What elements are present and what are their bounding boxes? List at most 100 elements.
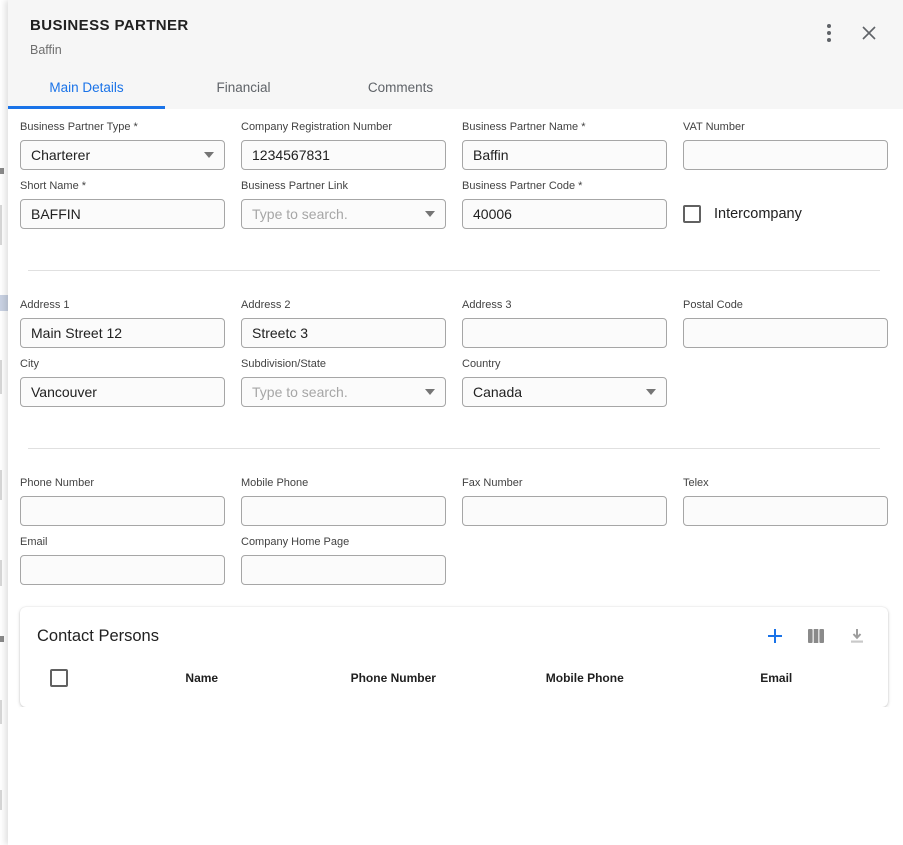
address-1-field: Address 1 bbox=[20, 299, 225, 348]
address-3-input[interactable] bbox=[462, 318, 667, 348]
business-partner-type-field: Business Partner Type * Charterer bbox=[20, 121, 225, 170]
chevron-down-icon bbox=[204, 152, 214, 158]
fax-number-label: Fax Number bbox=[462, 477, 667, 490]
intercompany-label: Intercompany bbox=[714, 206, 802, 222]
business-partner-link-label: Business Partner Link bbox=[241, 180, 446, 193]
tab-comments[interactable]: Comments bbox=[322, 70, 479, 109]
section-divider bbox=[28, 448, 880, 449]
select-all-checkbox[interactable] bbox=[50, 669, 68, 687]
empty-area bbox=[20, 707, 888, 832]
phone-number-label: Phone Number bbox=[20, 477, 225, 490]
phone-number-field: Phone Number bbox=[20, 477, 225, 526]
company-home-page-input[interactable] bbox=[241, 555, 446, 585]
page-title: BUSINESS PARTNER bbox=[30, 17, 189, 34]
company-home-page-field: Company Home Page bbox=[241, 536, 446, 585]
contact-persons-card: Contact Persons bbox=[20, 607, 888, 707]
fax-number-field: Fax Number bbox=[462, 477, 667, 526]
city-field: City bbox=[20, 358, 225, 407]
chevron-down-icon bbox=[646, 389, 656, 395]
address-2-field: Address 2 bbox=[241, 299, 446, 348]
page-subtitle: Baffin bbox=[30, 43, 189, 57]
identity-section: Business Partner Type * Charterer Compan… bbox=[20, 121, 888, 239]
business-partner-code-field: Business Partner Code * bbox=[462, 180, 667, 229]
intercompany-checkbox[interactable] bbox=[683, 205, 701, 223]
business-partner-name-field: Business Partner Name * bbox=[462, 121, 667, 170]
postal-code-input[interactable] bbox=[683, 318, 888, 348]
business-partner-name-input[interactable] bbox=[462, 140, 667, 170]
business-partner-name-label: Business Partner Name * bbox=[462, 121, 667, 134]
email-input[interactable] bbox=[20, 555, 225, 585]
business-partner-link-placeholder: Type to search. bbox=[252, 206, 348, 222]
company-registration-number-input[interactable] bbox=[241, 140, 446, 170]
short-name-field: Short Name * bbox=[20, 180, 225, 229]
country-select[interactable]: Canada bbox=[462, 377, 667, 407]
vat-number-input[interactable] bbox=[683, 140, 888, 170]
telex-label: Telex bbox=[683, 477, 888, 490]
main-details-form: Business Partner Type * Charterer Compan… bbox=[8, 109, 903, 845]
postal-code-field: Postal Code bbox=[683, 299, 888, 348]
intercompany-field: Intercompany bbox=[683, 199, 888, 229]
tab-bar: Main Details Financial Comments bbox=[8, 70, 903, 109]
address-2-input[interactable] bbox=[241, 318, 446, 348]
email-field: Email bbox=[20, 536, 225, 585]
contact-persons-title: Contact Persons bbox=[37, 627, 159, 646]
city-input[interactable] bbox=[20, 377, 225, 407]
vat-number-label: VAT Number bbox=[683, 121, 888, 134]
telex-field: Telex bbox=[683, 477, 888, 526]
contact-info-section: Phone Number Mobile Phone Fax Number Tel… bbox=[20, 477, 888, 595]
country-value: Canada bbox=[473, 384, 522, 400]
column-header-email: Email bbox=[681, 671, 873, 685]
telex-input[interactable] bbox=[683, 496, 888, 526]
phone-number-input[interactable] bbox=[20, 496, 225, 526]
city-label: City bbox=[20, 358, 225, 371]
postal-code-label: Postal Code bbox=[683, 299, 888, 312]
business-partner-link-select[interactable]: Type to search. bbox=[241, 199, 446, 229]
mobile-phone-label: Mobile Phone bbox=[241, 477, 446, 490]
address-section: Address 1 Address 2 Address 3 Postal Cod… bbox=[20, 299, 888, 417]
company-registration-number-field: Company Registration Number bbox=[241, 121, 446, 170]
business-partner-link-field: Business Partner Link Type to search. bbox=[241, 180, 446, 229]
address-2-label: Address 2 bbox=[241, 299, 446, 312]
tab-main-details[interactable]: Main Details bbox=[8, 70, 165, 109]
column-settings-icon[interactable] bbox=[805, 625, 827, 647]
mobile-phone-input[interactable] bbox=[241, 496, 446, 526]
contact-persons-table-header: Name Phone Number Mobile Phone Email bbox=[20, 653, 888, 701]
download-icon[interactable] bbox=[846, 625, 868, 647]
business-partner-modal: BUSINESS PARTNER Baffin Main Details Fin… bbox=[8, 0, 903, 845]
business-partner-type-select[interactable]: Charterer bbox=[20, 140, 225, 170]
short-name-label: Short Name * bbox=[20, 180, 225, 193]
subdivision-state-field: Subdivision/State Type to search. bbox=[241, 358, 446, 407]
background-page-edge bbox=[0, 0, 8, 845]
email-label: Email bbox=[20, 536, 225, 549]
section-divider bbox=[28, 270, 880, 271]
business-partner-type-label: Business Partner Type * bbox=[20, 121, 225, 134]
column-header-phone-number: Phone Number bbox=[298, 671, 490, 685]
subdivision-state-select[interactable]: Type to search. bbox=[241, 377, 446, 407]
address-3-field: Address 3 bbox=[462, 299, 667, 348]
business-partner-code-input[interactable] bbox=[462, 199, 667, 229]
column-header-name: Name bbox=[106, 671, 298, 685]
business-partner-code-label: Business Partner Code * bbox=[462, 180, 667, 193]
address-3-label: Address 3 bbox=[462, 299, 667, 312]
address-1-label: Address 1 bbox=[20, 299, 225, 312]
column-header-mobile-phone: Mobile Phone bbox=[489, 671, 681, 685]
empty-grid-cell bbox=[683, 358, 888, 407]
business-partner-type-value: Charterer bbox=[31, 147, 90, 163]
vat-number-field: VAT Number bbox=[683, 121, 888, 170]
short-name-input[interactable] bbox=[20, 199, 225, 229]
fax-number-input[interactable] bbox=[462, 496, 667, 526]
address-1-input[interactable] bbox=[20, 318, 225, 348]
country-field: Country Canada bbox=[462, 358, 667, 407]
subdivision-state-placeholder: Type to search. bbox=[252, 384, 348, 400]
kebab-menu-icon[interactable] bbox=[825, 22, 833, 44]
chevron-down-icon bbox=[425, 389, 435, 395]
country-label: Country bbox=[462, 358, 667, 371]
modal-header: BUSINESS PARTNER Baffin Main Details Fin… bbox=[8, 0, 903, 109]
chevron-down-icon bbox=[425, 211, 435, 217]
mobile-phone-field: Mobile Phone bbox=[241, 477, 446, 526]
company-registration-number-label: Company Registration Number bbox=[241, 121, 446, 134]
add-contact-icon[interactable] bbox=[764, 625, 786, 647]
tab-financial[interactable]: Financial bbox=[165, 70, 322, 109]
close-icon[interactable] bbox=[859, 23, 879, 43]
subdivision-state-label: Subdivision/State bbox=[241, 358, 446, 371]
